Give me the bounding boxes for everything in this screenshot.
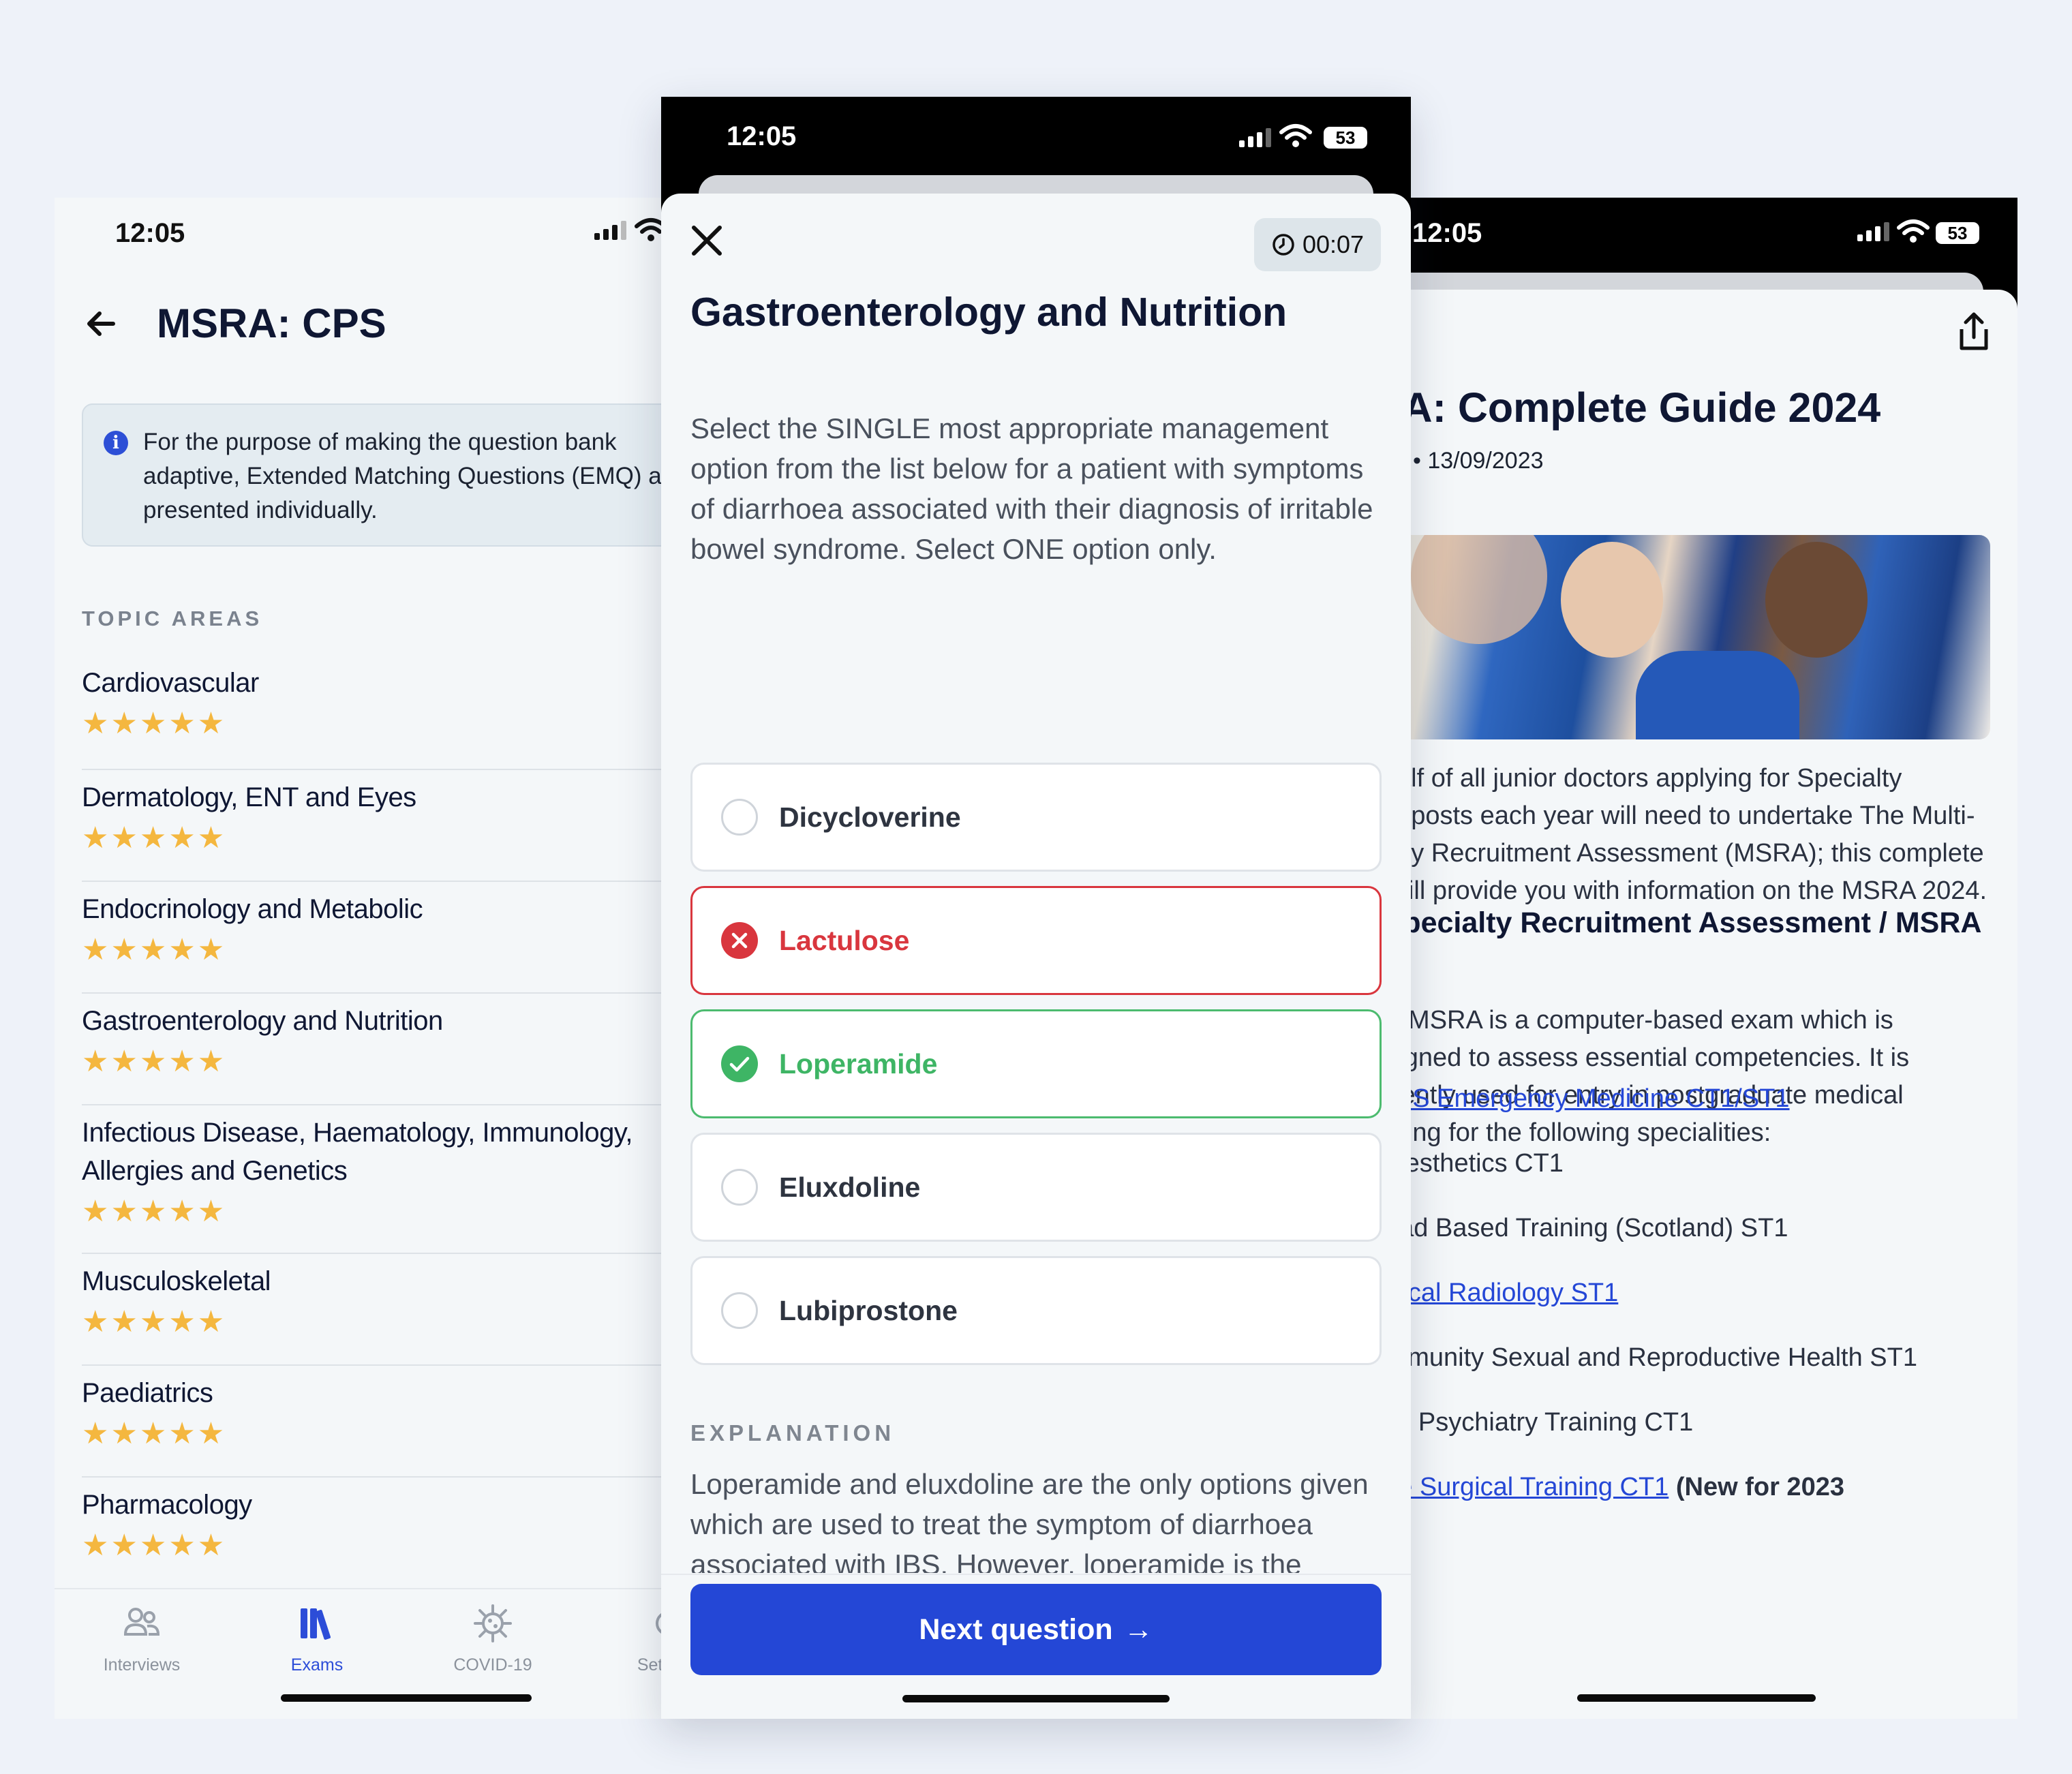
tab-exams[interactable]: Exams [249,1589,385,1675]
radio-button[interactable] [721,1169,758,1206]
wifi-icon [1279,124,1312,147]
speciality-item: Broad Based Training (Scotland) ST1 [1370,1214,1788,1242]
topic-name: Endocrinology and Metabolic [82,894,423,924]
exams-screen: 12:05 MSRA: CPS i For the purpose of mak… [55,198,668,1719]
star-rating: ★★★★★ [82,1529,227,1562]
question-title: Gastroenterology and Nutrition [690,290,1288,335]
topic-name: Dermatology, ENT and Eyes [82,782,416,812]
new-note: (New for 2023 [1675,1473,1844,1501]
answer-option[interactable]: Dicycloverine [690,763,1382,872]
battery-icon: 53 [1936,222,1979,244]
answer-option-incorrect[interactable]: Lactulose [690,886,1382,995]
topic-item[interactable]: Infectious Disease, Haematology, Immunol… [82,1105,668,1254]
timer-value: 00:07 [1302,230,1365,258]
info-banner: i For the purpose of making the question… [82,403,668,547]
article-body: The MSRA is a computer-based exam which … [1370,1006,1910,1147]
question-screen: 12:05 53 00:07 Gastroenterology and Nutr… [661,97,1411,1719]
battery-icon: 53 [1324,127,1367,149]
star-rating: ★★★★★ [82,707,227,740]
speciality-link[interactable]: Core Surgical Training CT1 [1370,1473,1669,1501]
explanation-text: Loperamide and eluxdoline are the only o… [690,1468,1369,1573]
tab-interviews[interactable]: Interviews [74,1589,210,1675]
topic-name: Pharmacology [82,1490,252,1520]
topic-item[interactable]: Pharmacology ★★★★★ [82,1478,668,1589]
star-rating: ★★★★★ [82,1417,227,1450]
speciality-item: Community Sexual and Reproductive Health… [1370,1343,1917,1372]
signal-icon [1239,128,1271,147]
topic-name: Cardiovascular [82,668,259,698]
timer-badge: 00:07 [1254,218,1381,271]
back-arrow-icon[interactable] [80,300,128,348]
guide-screen: 12:05 53 MSRA: Complete Guide 2024 • 13/… [1370,198,2017,1719]
answer-option[interactable]: Eluxdoline [690,1133,1382,1242]
star-rating: ★★★★★ [82,821,227,855]
info-text: For the purpose of making the question b… [143,429,668,523]
radio-button[interactable] [721,1292,758,1329]
virus-icon [474,1604,512,1642]
article-intro: Over half of all junior doctors applying… [1370,764,1987,905]
home-indicator [1577,1694,1816,1702]
home-indicator [902,1695,1170,1702]
star-rating: ★★★★★ [82,933,227,966]
books-icon [301,1608,331,1640]
speciality-item: Core Psychiatry Training CT1 [1370,1408,1694,1437]
speciality-item-new: Core Surgical Training CT1 (New for 2023 [1370,1473,1844,1502]
topic-item[interactable]: Musculoskeletal ★★★★★ [82,1254,668,1366]
signal-icon [594,221,626,240]
topic-item[interactable]: Endocrinology and Metabolic ★★★★★ [82,882,668,994]
topic-name: Infectious Disease, Haematology, Immunol… [82,1118,633,1186]
option-label: Loperamide [779,1048,938,1080]
speciality-link[interactable]: ACCS Emergency Medicine CT1/ST1 [1370,1084,1790,1114]
article-title: MSRA: Complete Guide 2024 [1370,384,1881,431]
people-icon [123,1608,160,1636]
tab-covid[interactable]: COVID-19 [425,1589,561,1675]
star-rating: ★★★★★ [82,1195,227,1228]
status-time: 12:05 [727,121,797,151]
option-label: Dicycloverine [779,801,961,833]
option-label: Lactulose [779,925,910,956]
article-sheet: MSRA: Complete Guide 2024 • 13/09/2023 O… [1370,290,2017,1719]
option-label: Eluxdoline [779,1172,921,1203]
star-rating: ★★★★★ [82,1045,227,1078]
topic-name: Paediatrics [82,1378,213,1408]
explanation-label: EXPLANATION [690,1420,896,1446]
next-question-button[interactable]: Next question → [690,1584,1382,1675]
answer-option[interactable]: Lubiprostone [690,1256,1382,1365]
article-hero-image [1370,535,1990,739]
section-label: TOPIC AREAS [82,607,263,630]
topic-item[interactable]: Paediatrics ★★★★★ [82,1366,668,1478]
clock-icon [1273,234,1294,256]
home-indicator [281,1694,532,1702]
topic-item[interactable]: Dermatology, ENT and Eyes ★★★★★ [82,770,668,882]
topic-name: Gastroenterology and Nutrition [82,1006,443,1036]
topic-name: Musculoskeletal [82,1266,271,1296]
answer-option-correct[interactable]: Loperamide [690,1009,1382,1118]
question-sheet: 00:07 Gastroenterology and Nutrition Sel… [661,194,1411,1719]
share-icon[interactable] [1955,310,1993,354]
status-time: 12:05 [1412,218,1482,248]
article-date: • 13/09/2023 [1413,448,1544,474]
info-icon: i [104,431,128,455]
question-text: Select the SINGLE most appropriate manag… [690,412,1373,565]
cross-circle-icon [721,922,758,959]
tab-settings[interactable]: Settings [600,1589,668,1675]
article-subheading: Multi-Specialty Recruitment Assessment /… [1370,906,1981,977]
page-title: MSRA: CPS [157,301,386,346]
check-circle-icon [721,1045,758,1082]
star-rating: ★★★★★ [82,1305,227,1339]
radio-button[interactable] [721,799,758,836]
option-label: Lubiprostone [779,1295,958,1326]
status-time: 12:05 [115,218,185,248]
signal-icon [1857,222,1889,241]
wifi-icon [1897,219,1930,243]
arrow-right-icon: → [1123,1612,1153,1646]
topic-item[interactable]: Cardiovascular ★★★★★ [82,661,668,770]
close-icon[interactable] [687,221,727,260]
topic-item[interactable]: Gastroenterology and Nutrition ★★★★★ [82,994,668,1105]
